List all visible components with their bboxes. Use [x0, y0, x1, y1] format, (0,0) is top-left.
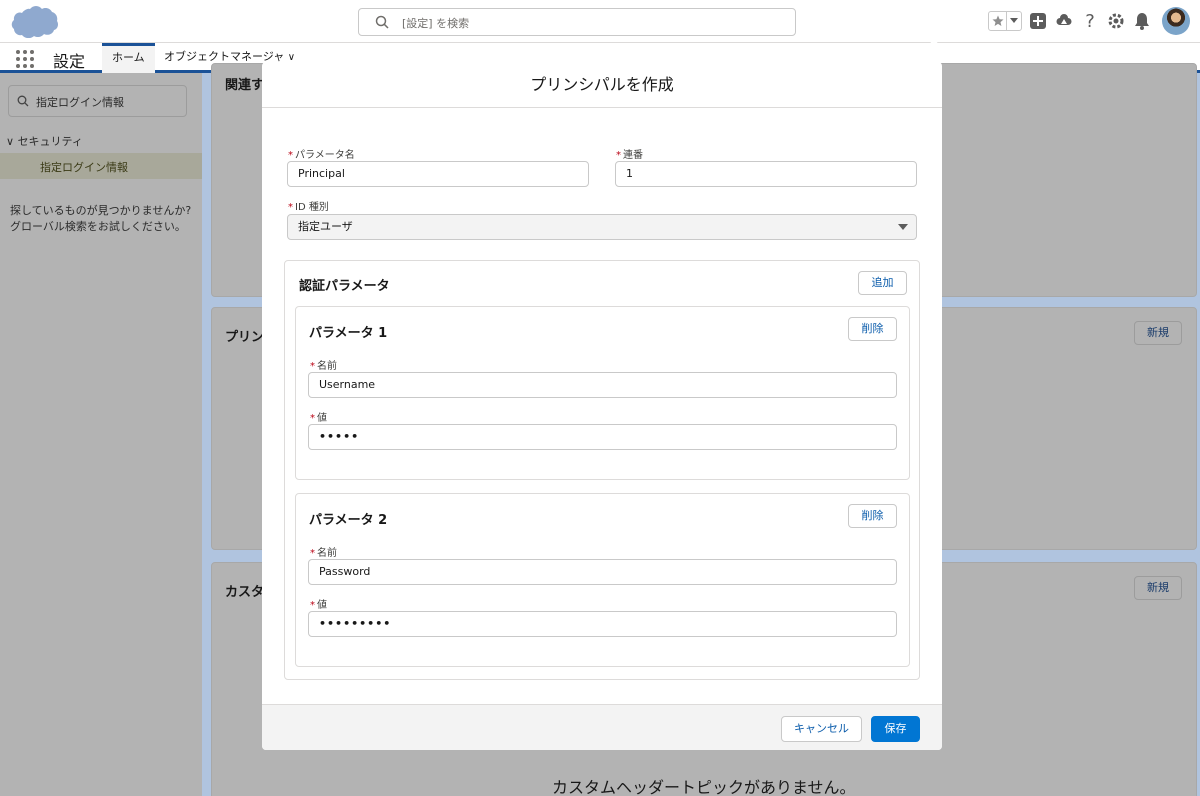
chevron-down-icon[interactable] — [1007, 12, 1021, 30]
auth-section-title: 認証パラメータ — [299, 279, 390, 294]
sidebar-item-named-credentials[interactable]: 指定ログイン情報 — [0, 153, 202, 179]
close-icon[interactable] — [922, 32, 946, 56]
required-marker: * — [616, 150, 621, 161]
card-title: カスタ — [225, 585, 265, 600]
trailhead-icon[interactable] — [1054, 11, 1074, 31]
parameter-card: パラメータ 2 削除 * 名前 Password * 値 ••••••••• — [295, 493, 910, 667]
favorites-group — [988, 11, 1022, 31]
param-name-label-text: パラメータ名 — [295, 150, 355, 161]
quick-find-input[interactable]: 指定ログイン情報 — [8, 85, 187, 117]
header-icons: ? — [988, 6, 1190, 36]
required-marker: * — [310, 361, 315, 372]
bell-icon[interactable] — [1132, 11, 1152, 31]
sequence-label-text: 連番 — [623, 150, 643, 161]
name-input[interactable]: Username — [308, 372, 897, 398]
cloud-logo[interactable] — [10, 5, 58, 38]
sidebar-section-security[interactable]: ∨ セキュリティ — [6, 133, 83, 149]
name-label-text: 名前 — [317, 548, 337, 559]
delete-button[interactable]: 削除 — [848, 317, 897, 341]
parameter-title: パラメータ 1 — [309, 326, 388, 341]
id-type-label-text: ID 種別 — [295, 202, 329, 213]
value-label: * 値 — [310, 409, 327, 424]
name-label-text: 名前 — [317, 361, 337, 372]
card-title: プリン — [225, 330, 265, 345]
search-placeholder: [設定] を検索 — [402, 17, 470, 30]
sidebar-item-label: 指定ログイン情報 — [40, 161, 128, 174]
tab-home[interactable]: ホーム — [102, 43, 155, 73]
modal-title: プリンシパルを作成 — [530, 75, 674, 94]
parameter-title: パラメータ 2 — [309, 513, 388, 528]
avatar[interactable] — [1162, 7, 1190, 35]
save-button[interactable]: 保存 — [871, 716, 920, 742]
chevron-down-icon — [898, 224, 908, 230]
add-button[interactable]: 追加 — [858, 271, 907, 295]
id-type-select[interactable]: 指定ユーザ — [287, 214, 917, 240]
new-button[interactable]: 新規 — [1134, 321, 1182, 345]
name-input[interactable]: Password — [308, 559, 897, 585]
search-icon — [375, 15, 389, 29]
add-icon[interactable] — [1028, 11, 1048, 31]
param-name-input[interactable]: Principal — [287, 161, 589, 187]
global-header: [設定] を検索 ? — [0, 0, 1200, 43]
sequence-label: * 連番 — [616, 146, 643, 161]
new-button[interactable]: 新規 — [1134, 576, 1182, 600]
star-icon[interactable] — [989, 12, 1007, 30]
auth-parameters-section: 認証パラメータ 追加 パラメータ 1 削除 * 名前 Username * 値 ••… — [284, 260, 920, 680]
required-marker: * — [288, 150, 293, 161]
required-marker: * — [310, 548, 315, 559]
help-icon[interactable]: ? — [1080, 11, 1100, 32]
global-search-input[interactable]: [設定] を検索 — [358, 8, 796, 36]
value-label-text: 値 — [317, 600, 327, 611]
sidebar-hint: 探しているものが見つかりませんか? グローバル検索をお試しください。 — [10, 204, 192, 233]
value-password-input[interactable]: ••••••••• — [308, 611, 897, 637]
setup-sidebar: 指定ログイン情報 ∨ セキュリティ 指定ログイン情報 探しているものが見つかりま… — [0, 73, 202, 796]
id-type-value: 指定ユーザ — [298, 220, 353, 233]
search-icon — [17, 95, 29, 107]
value-label-text: 値 — [317, 413, 327, 424]
value-password-input[interactable]: ••••• — [308, 424, 897, 450]
cancel-button[interactable]: キャンセル — [781, 716, 862, 742]
card-title: 関連す — [225, 78, 265, 93]
value-label: * 値 — [310, 596, 327, 611]
chevron-down-icon: ∨ — [6, 135, 15, 148]
modal-header: プリンシパルを作成 — [262, 62, 942, 108]
name-label: * 名前 — [310, 544, 337, 559]
create-principal-modal: プリンシパルを作成 * パラメータ名 Principal * 連番 1 * ID 種別… — [262, 62, 942, 750]
modal-footer: キャンセル 保存 — [262, 704, 942, 750]
required-marker: * — [288, 202, 293, 213]
sidebar-section-label: セキュリティ — [17, 135, 83, 148]
required-marker: * — [310, 413, 315, 424]
required-marker: * — [310, 600, 315, 611]
delete-button[interactable]: 削除 — [848, 504, 897, 528]
gear-icon[interactable] — [1106, 11, 1126, 31]
id-type-label: * ID 種別 — [288, 198, 329, 213]
app-name: 設定 — [53, 52, 86, 71]
empty-message: カスタムヘッダートピックがありません。 — [552, 778, 856, 796]
tab-home-label: ホーム — [112, 51, 145, 64]
param-name-label: * パラメータ名 — [288, 146, 355, 161]
sequence-input[interactable]: 1 — [615, 161, 917, 187]
name-label: * 名前 — [310, 357, 337, 372]
app-launcher-icon[interactable] — [16, 50, 34, 68]
quick-find-value: 指定ログイン情報 — [36, 96, 124, 109]
parameter-card: パラメータ 1 削除 * 名前 Username * 値 ••••• — [295, 306, 910, 480]
